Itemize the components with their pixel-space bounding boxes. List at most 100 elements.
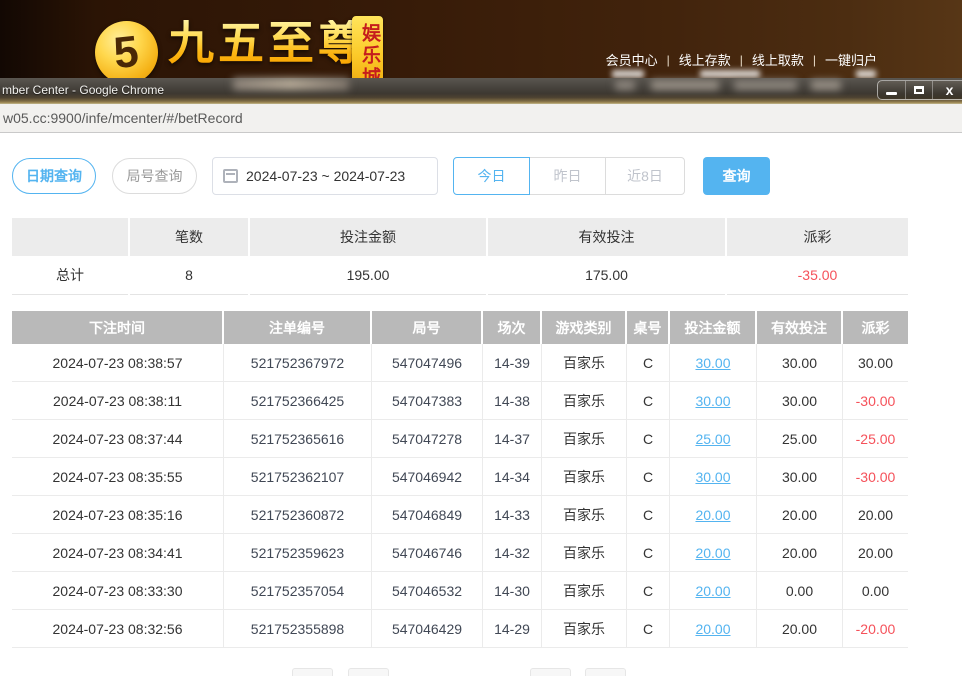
nav-member-center[interactable]: 会员中心 bbox=[606, 50, 658, 69]
cell-session: 14-34 bbox=[483, 458, 542, 496]
pagination-button[interactable] bbox=[530, 668, 571, 676]
cell-bet-time: 2024-07-23 08:33:30 bbox=[12, 572, 224, 610]
cell-table-no: C bbox=[627, 344, 670, 382]
blurred-region bbox=[734, 80, 797, 90]
blurred-region bbox=[615, 80, 635, 90]
date-range-input[interactable]: 2024-07-23 ~ 2024-07-23 bbox=[212, 157, 438, 195]
cell-payout: -30.00 bbox=[843, 458, 908, 496]
bet-amount-link[interactable]: 30.00 bbox=[695, 393, 730, 409]
table-row: 2024-07-23 08:37:44 521752365616 5470472… bbox=[12, 420, 908, 458]
cell-round-id: 547046746 bbox=[372, 534, 483, 572]
brand-logo-icon: 5 bbox=[95, 21, 158, 84]
nav-withdraw[interactable]: 线上取款 bbox=[752, 50, 804, 69]
bet-amount-link[interactable]: 20.00 bbox=[695, 507, 730, 523]
nav-deposit[interactable]: 线上存款 bbox=[679, 50, 731, 69]
close-button[interactable]: x bbox=[932, 81, 962, 99]
table-row: 2024-07-23 08:34:41 521752359623 5470467… bbox=[12, 534, 908, 572]
bet-amount-link[interactable]: 20.00 bbox=[695, 621, 730, 637]
maximize-button[interactable] bbox=[905, 81, 932, 99]
date-range-value: 2024-07-23 ~ 2024-07-23 bbox=[246, 168, 405, 184]
round-query-tab[interactable]: 局号查询 bbox=[112, 158, 197, 194]
bet-table-header: 下注时间 注单编号 局号 场次 游戏类别 桌号 投注金额 有效投注 派彩 bbox=[12, 311, 908, 344]
cell-bet-time: 2024-07-23 08:35:16 bbox=[12, 496, 224, 534]
cell-valid-bet: 30.00 bbox=[757, 344, 843, 382]
nav-divider: | bbox=[740, 53, 743, 67]
cell-session: 14-38 bbox=[483, 382, 542, 420]
col-round-id: 局号 bbox=[372, 311, 483, 344]
cell-valid-bet: 20.00 bbox=[757, 534, 843, 572]
nav-divider: | bbox=[667, 53, 670, 67]
pagination-button[interactable] bbox=[348, 668, 389, 676]
pagination-button[interactable] bbox=[585, 668, 626, 676]
cell-bet-id: 521752366425 bbox=[224, 382, 372, 420]
nav-one-key[interactable]: 一键归户 bbox=[825, 50, 877, 69]
table-row: 2024-07-23 08:33:30 521752357054 5470465… bbox=[12, 572, 908, 610]
col-bet-amount: 投注金额 bbox=[670, 311, 757, 344]
cell-payout: -20.00 bbox=[843, 610, 908, 648]
cell-bet-time: 2024-07-23 08:38:11 bbox=[12, 382, 224, 420]
minimize-button[interactable] bbox=[878, 81, 905, 99]
blurred-text bbox=[856, 70, 876, 78]
cell-valid-bet: 30.00 bbox=[757, 458, 843, 496]
cell-game-type: 百家乐 bbox=[542, 572, 627, 610]
cell-bet-time: 2024-07-23 08:34:41 bbox=[12, 534, 224, 572]
quick-range-group: 今日 昨日 近8日 bbox=[453, 157, 685, 195]
window-titlebar[interactable]: mber Center - Google Chrome x bbox=[0, 78, 962, 104]
cell-round-id: 547047496 bbox=[372, 344, 483, 382]
yesterday-button[interactable]: 昨日 bbox=[529, 157, 606, 195]
cell-payout: 20.00 bbox=[843, 496, 908, 534]
cell-valid-bet: 0.00 bbox=[757, 572, 843, 610]
pagination-button[interactable] bbox=[292, 668, 333, 676]
col-valid-bet: 有效投注 bbox=[757, 311, 843, 344]
cell-payout: 0.00 bbox=[843, 572, 908, 610]
close-icon: x bbox=[946, 83, 954, 97]
cell-bet-id: 521752367972 bbox=[224, 344, 372, 382]
table-row: 2024-07-23 08:32:56 521752355898 5470464… bbox=[12, 610, 908, 648]
summary-header-row: 笔数 投注金额 有效投注 派彩 bbox=[12, 218, 908, 256]
last8days-button[interactable]: 近8日 bbox=[605, 157, 685, 195]
cell-table-no: C bbox=[627, 420, 670, 458]
logo-number: 5 bbox=[112, 29, 141, 75]
cell-round-id: 547047383 bbox=[372, 382, 483, 420]
cell-table-no: C bbox=[627, 496, 670, 534]
cell-session: 14-37 bbox=[483, 420, 542, 458]
cell-bet-time: 2024-07-23 08:37:44 bbox=[12, 420, 224, 458]
search-button[interactable]: 查询 bbox=[703, 157, 770, 195]
cell-session: 14-29 bbox=[483, 610, 542, 648]
summary-header-corner bbox=[12, 218, 128, 256]
date-query-tab[interactable]: 日期查询 bbox=[12, 158, 96, 194]
summary-header-payout: 派彩 bbox=[727, 218, 908, 256]
cell-session: 14-39 bbox=[483, 344, 542, 382]
blurred-region bbox=[651, 80, 719, 90]
cell-game-type: 百家乐 bbox=[542, 610, 627, 648]
today-button[interactable]: 今日 bbox=[453, 157, 530, 195]
col-bet-time: 下注时间 bbox=[12, 311, 224, 344]
summary-header-valid-bet: 有效投注 bbox=[488, 218, 725, 256]
col-game-type: 游戏类别 bbox=[542, 311, 627, 344]
cell-game-type: 百家乐 bbox=[542, 344, 627, 382]
table-row: 2024-07-23 08:38:11 521752366425 5470473… bbox=[12, 382, 908, 420]
bet-record-table: 下注时间 注单编号 局号 场次 游戏类别 桌号 投注金额 有效投注 派彩 202… bbox=[12, 311, 908, 648]
url-bar[interactable]: w05.cc:9900/infe/mcenter/#/betRecord bbox=[0, 104, 962, 133]
bet-amount-link[interactable]: 30.00 bbox=[695, 355, 730, 371]
cell-valid-bet: 20.00 bbox=[757, 496, 843, 534]
site-header: 5 九五至尊 娱乐城 会员中心 | 线上存款 | 线上取款 | 一键归户 bbox=[0, 0, 962, 82]
bet-amount-link[interactable]: 30.00 bbox=[695, 469, 730, 485]
cell-bet-id: 521752357054 bbox=[224, 572, 372, 610]
summary-table: 笔数 投注金额 有效投注 派彩 总计 8 195.00 175.00 -35.0… bbox=[12, 218, 908, 295]
bet-amount-link[interactable]: 20.00 bbox=[695, 583, 730, 599]
url-text: w05.cc:9900/infe/mcenter/#/betRecord bbox=[3, 110, 243, 126]
bet-amount-link[interactable]: 20.00 bbox=[695, 545, 730, 561]
col-session: 场次 bbox=[483, 311, 542, 344]
calendar-icon bbox=[223, 169, 238, 183]
cell-table-no: C bbox=[627, 458, 670, 496]
summary-total-count: 8 bbox=[130, 256, 248, 295]
cell-bet-id: 521752362107 bbox=[224, 458, 372, 496]
cell-valid-bet: 20.00 bbox=[757, 610, 843, 648]
window-controls: x bbox=[877, 80, 962, 100]
col-table-no: 桌号 bbox=[627, 311, 670, 344]
cell-table-no: C bbox=[627, 534, 670, 572]
bet-amount-link[interactable]: 25.00 bbox=[695, 431, 730, 447]
brand-title: 九五至尊 bbox=[168, 20, 368, 66]
top-nav: 会员中心 | 线上存款 | 线上取款 | 一键归户 bbox=[606, 50, 877, 69]
